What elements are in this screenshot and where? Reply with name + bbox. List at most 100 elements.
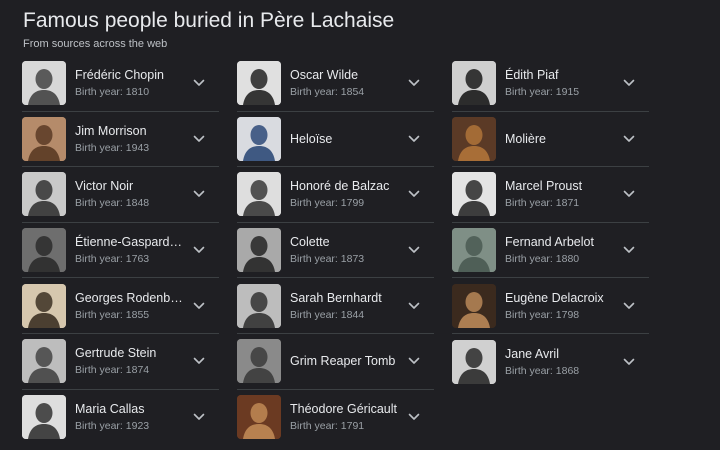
birth-year-label: Birth year: bbox=[75, 141, 126, 154]
chevron-down-icon[interactable] bbox=[408, 190, 420, 198]
list-item[interactable]: Frédéric Chopin Birth year: 1810 bbox=[22, 56, 219, 112]
chevron-down-icon[interactable] bbox=[623, 302, 635, 310]
person-name: Honoré de Balzac bbox=[290, 179, 390, 194]
birth-year-label: Birth year: bbox=[290, 86, 341, 99]
person-birth-year: Birth year: 1871 bbox=[505, 196, 615, 210]
person-name: Victor Noir bbox=[75, 179, 134, 194]
chevron-down-icon[interactable] bbox=[623, 358, 635, 366]
chevron-down-icon[interactable] bbox=[623, 190, 635, 198]
birth-year-value: 1763 bbox=[125, 253, 150, 266]
list-item[interactable]: Jane Avril Birth year: 1868 bbox=[452, 334, 649, 390]
person-text: Marcel Proust Birth year: 1871 bbox=[505, 178, 615, 210]
person-name: Colette bbox=[290, 235, 330, 250]
chevron-down-icon[interactable] bbox=[193, 135, 205, 143]
list-item[interactable]: Heloïse bbox=[237, 112, 434, 168]
birth-year-label: Birth year: bbox=[290, 253, 341, 266]
birth-year-label: Birth year: bbox=[75, 197, 126, 210]
chevron-down-icon[interactable] bbox=[408, 302, 420, 310]
person-name: Théodore Géricault bbox=[290, 402, 398, 417]
chevron-down-icon[interactable] bbox=[408, 246, 420, 254]
chevron-down-icon[interactable] bbox=[623, 135, 635, 143]
birth-year-label: Birth year: bbox=[505, 364, 556, 377]
birth-year-value: 1923 bbox=[125, 420, 150, 433]
person-birth-year: Birth year: 1848 bbox=[75, 196, 185, 210]
person-text: Heloïse bbox=[290, 131, 400, 147]
birth-year-value: 1854 bbox=[340, 86, 365, 99]
birth-year-value: 1855 bbox=[125, 308, 150, 321]
birth-year-label: Birth year: bbox=[75, 420, 126, 433]
person-name: Molière bbox=[505, 131, 546, 146]
person-thumbnail bbox=[452, 228, 496, 273]
person-thumbnail bbox=[452, 339, 496, 384]
person-thumbnail bbox=[452, 116, 496, 161]
birth-year-label: Birth year: bbox=[505, 253, 556, 266]
person-thumbnail bbox=[452, 61, 496, 106]
person-text: Eugène Delacroix Birth year: 1798 bbox=[505, 290, 615, 322]
person-name: Jim Morrison bbox=[75, 123, 147, 138]
list-item[interactable]: Honoré de Balzac Birth year: 1799 bbox=[237, 167, 434, 223]
person-text: Frédéric Chopin Birth year: 1810 bbox=[75, 67, 185, 99]
list-item[interactable]: Édith Piaf Birth year: 1915 bbox=[452, 56, 649, 112]
list-item[interactable]: Georges Rodenbach Birth year: 1855 bbox=[22, 278, 219, 334]
list-item[interactable]: Colette Birth year: 1873 bbox=[237, 223, 434, 279]
person-name: Marcel Proust bbox=[505, 179, 583, 194]
list-item[interactable]: Maria Callas Birth year: 1923 bbox=[22, 390, 219, 446]
person-birth-year: Birth year: 1854 bbox=[290, 85, 400, 99]
person-birth-year: Birth year: 1763 bbox=[75, 252, 185, 266]
person-text: Molière bbox=[505, 131, 615, 147]
person-thumbnail bbox=[22, 172, 66, 217]
person-text: Sarah Bernhardt Birth year: 1844 bbox=[290, 290, 400, 322]
chevron-down-icon[interactable] bbox=[623, 79, 635, 87]
page-title: Famous people buried in Père Lachaise bbox=[23, 9, 395, 32]
chevron-down-icon[interactable] bbox=[193, 413, 205, 421]
list-item[interactable]: Théodore Géricault Birth year: 1791 bbox=[237, 390, 434, 446]
chevron-down-icon[interactable] bbox=[408, 135, 420, 143]
birth-year-value: 1871 bbox=[555, 197, 580, 210]
chevron-down-icon[interactable] bbox=[193, 302, 205, 310]
chevron-down-icon[interactable] bbox=[193, 357, 205, 365]
chevron-down-icon[interactable] bbox=[193, 190, 205, 198]
chevron-down-icon[interactable] bbox=[193, 79, 205, 87]
birth-year-value: 1848 bbox=[125, 197, 150, 210]
list-item[interactable]: Gertrude Stein Birth year: 1874 bbox=[22, 334, 219, 390]
list-item[interactable]: Eugène Delacroix Birth year: 1798 bbox=[452, 278, 649, 334]
birth-year-label: Birth year: bbox=[75, 364, 126, 377]
chevron-down-icon[interactable] bbox=[408, 357, 420, 365]
birth-year-label: Birth year: bbox=[505, 197, 556, 210]
birth-year-label: Birth year: bbox=[290, 197, 341, 210]
list-item[interactable]: Étienne-Gaspard R... Birth year: 1763 bbox=[22, 223, 219, 279]
birth-year-value: 1915 bbox=[555, 86, 580, 99]
person-text: Victor Noir Birth year: 1848 bbox=[75, 178, 185, 210]
person-birth-year: Birth year: 1844 bbox=[290, 308, 400, 322]
birth-year-value: 1880 bbox=[555, 253, 580, 266]
person-birth-year: Birth year: 1943 bbox=[75, 141, 185, 155]
person-name: Maria Callas bbox=[75, 402, 145, 417]
person-text: Colette Birth year: 1873 bbox=[290, 234, 400, 266]
list-item[interactable]: Sarah Bernhardt Birth year: 1844 bbox=[237, 278, 434, 334]
chevron-down-icon[interactable] bbox=[408, 79, 420, 87]
list-item[interactable]: Marcel Proust Birth year: 1871 bbox=[452, 167, 649, 223]
person-birth-year: Birth year: 1873 bbox=[290, 252, 400, 266]
birth-year-value: 1791 bbox=[340, 420, 365, 433]
person-thumbnail bbox=[22, 116, 66, 161]
birth-year-value: 1873 bbox=[340, 253, 365, 266]
chevron-down-icon[interactable] bbox=[623, 246, 635, 254]
chevron-down-icon[interactable] bbox=[193, 246, 205, 254]
person-thumbnail bbox=[22, 228, 66, 273]
person-thumbnail bbox=[22, 339, 66, 384]
person-birth-year: Birth year: 1880 bbox=[505, 252, 615, 266]
person-birth-year: Birth year: 1799 bbox=[290, 196, 400, 210]
person-birth-year: Birth year: 1923 bbox=[75, 419, 185, 433]
list-item[interactable]: Victor Noir Birth year: 1848 bbox=[22, 167, 219, 223]
list-item[interactable]: Oscar Wilde Birth year: 1854 bbox=[237, 56, 434, 112]
person-text: Étienne-Gaspard R... Birth year: 1763 bbox=[75, 234, 185, 266]
person-text: Jim Morrison Birth year: 1943 bbox=[75, 123, 185, 155]
list-item[interactable]: Molière bbox=[452, 112, 649, 168]
list-item[interactable]: Jim Morrison Birth year: 1943 bbox=[22, 112, 219, 168]
birth-year-label: Birth year: bbox=[75, 86, 126, 99]
person-birth-year: Birth year: 1798 bbox=[505, 308, 615, 322]
list-item[interactable]: Fernand Arbelot Birth year: 1880 bbox=[452, 223, 649, 279]
person-name: Georges Rodenbach bbox=[75, 290, 185, 305]
chevron-down-icon[interactable] bbox=[408, 413, 420, 421]
list-item[interactable]: Grim Reaper Tomb bbox=[237, 334, 434, 390]
